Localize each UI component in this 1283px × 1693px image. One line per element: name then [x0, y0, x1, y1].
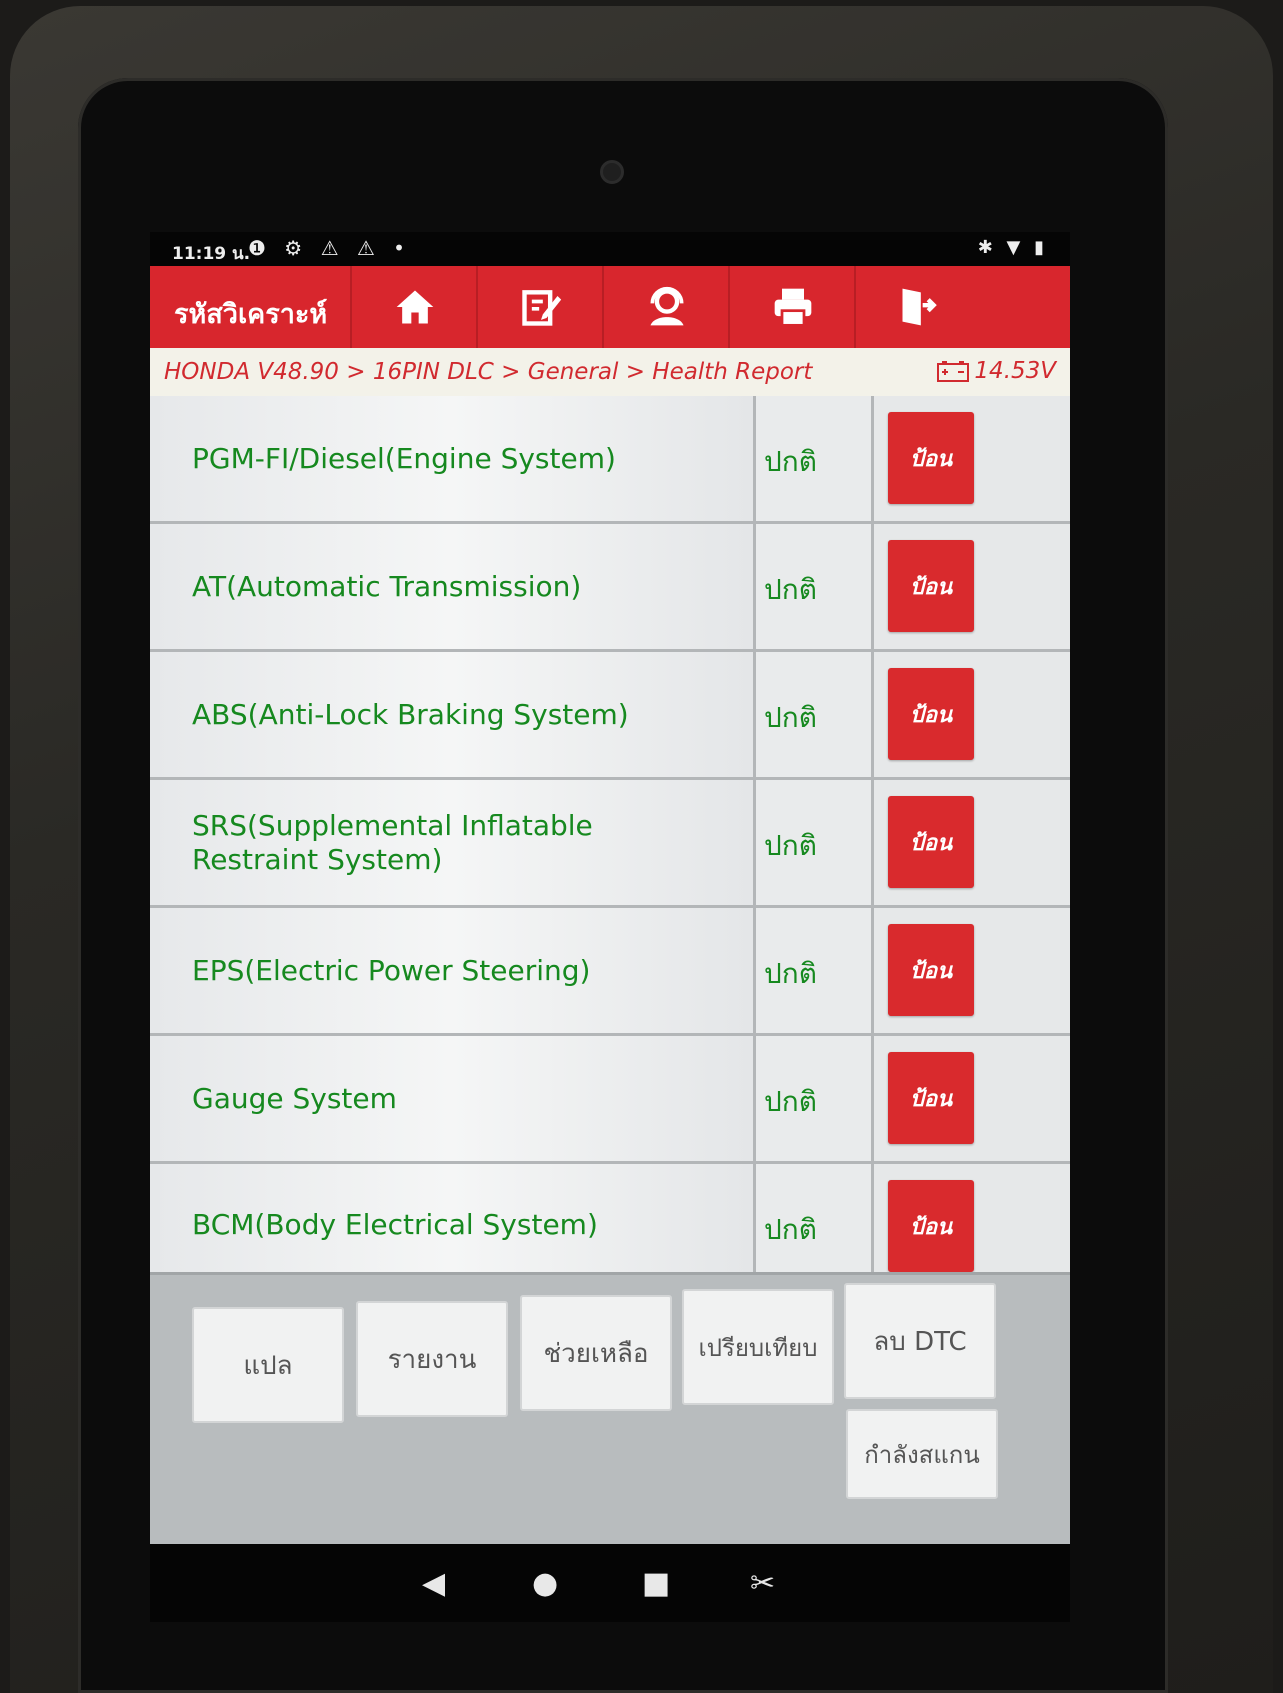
- enter-button[interactable]: ป้อน: [888, 1052, 974, 1144]
- battery-icon: [937, 361, 970, 382]
- scanning-button[interactable]: กำลังสแกน: [846, 1409, 998, 1499]
- edit-report-button[interactable]: [476, 266, 604, 348]
- exit-icon: [902, 288, 937, 326]
- enter-button[interactable]: ป้อน: [888, 412, 974, 504]
- table-row: EPS(Electric Power Steering) ปกติ ป้อน: [150, 908, 1070, 1036]
- system-name-cell: Gauge System: [150, 1036, 756, 1161]
- system-status: ปกติ: [764, 957, 817, 990]
- edit-report-icon: [522, 290, 562, 326]
- system-name-cell: PGM-FI/Diesel(Engine System): [150, 396, 756, 521]
- system-name: PGM-FI/Diesel(Engine System): [192, 441, 616, 475]
- system-status-icons: ✱ ▼ ▮: [977, 237, 1048, 258]
- system-name: Gauge System: [192, 1081, 397, 1115]
- table-row: Gauge System ปกติ ป้อน: [150, 1036, 1070, 1164]
- tablet-screen: 11:19 น. ❶ ⚙ ⚠ ⚠ • ✱ ▼ ▮ รหัสวิเคราะห์ H…: [150, 232, 1070, 1622]
- home-nav-icon[interactable]: ●: [532, 1566, 558, 1601]
- status-bar: 11:19 น. ❶ ⚙ ⚠ ⚠ • ✱ ▼ ▮: [150, 232, 1070, 266]
- action-cell: ป้อน: [874, 524, 1070, 649]
- system-name: SRS(Supplemental Inflatable Restraint Sy…: [192, 808, 593, 876]
- system-name-cell: SRS(Supplemental Inflatable Restraint Sy…: [150, 780, 756, 905]
- notification-icons: ❶ ⚙ ⚠ ⚠ •: [248, 236, 411, 260]
- home-button[interactable]: [350, 266, 478, 348]
- system-status-cell: ปกติ: [756, 1164, 874, 1286]
- system-status: ปกติ: [764, 829, 817, 862]
- app-header: รหัสวิเคราะห์: [150, 266, 1070, 348]
- breadcrumb-path: HONDA V48.90 > 16PIN DLC > General > Hea…: [164, 359, 813, 385]
- system-name-cell: BCM(Body Electrical System): [150, 1164, 756, 1286]
- screenshot-nav-icon[interactable]: ✂: [750, 1566, 775, 1601]
- print-icon: [774, 288, 812, 327]
- support-button[interactable]: [602, 266, 730, 348]
- battery-voltage: 14.53V: [936, 358, 1056, 384]
- system-status-cell: ปกติ: [756, 780, 874, 905]
- enter-button[interactable]: ป้อน: [888, 796, 974, 888]
- action-cell: ป้อน: [874, 396, 1070, 521]
- front-camera: [600, 160, 624, 184]
- action-cell: ป้อน: [874, 1164, 1070, 1286]
- system-status-cell: ปกติ: [756, 524, 874, 649]
- system-name: BCM(Body Electrical System): [192, 1208, 598, 1241]
- action-cell: ป้อน: [874, 908, 1070, 1033]
- table-row: BCM(Body Electrical System) ปกติ ป้อน: [150, 1164, 1070, 1286]
- exit-button[interactable]: [854, 266, 982, 348]
- table-row: SRS(Supplemental Inflatable Restraint Sy…: [150, 780, 1070, 908]
- system-status-cell: ปกติ: [756, 908, 874, 1033]
- enter-button[interactable]: ป้อน: [888, 540, 974, 632]
- action-cell: ป้อน: [874, 1036, 1070, 1161]
- table-row: AT(Automatic Transmission) ปกติ ป้อน: [150, 524, 1070, 652]
- system-status: ปกติ: [764, 1085, 817, 1118]
- system-status: ปกติ: [764, 1213, 817, 1246]
- system-status: ปกติ: [764, 445, 817, 478]
- page-title: รหัสวิเคราะห์: [174, 299, 328, 330]
- recents-nav-icon[interactable]: ■: [642, 1566, 670, 1601]
- android-nav-bar: ◀ ● ■ ✂: [150, 1544, 1070, 1622]
- support-icon: [650, 286, 684, 326]
- action-cell: ป้อน: [874, 652, 1070, 777]
- bottom-toolbar: แปล รายงาน ช่วยเหลือ เปรียบเทียบ ลบ DTC …: [150, 1272, 1070, 1547]
- enter-button[interactable]: ป้อน: [888, 1180, 974, 1272]
- system-status: ปกติ: [764, 701, 817, 734]
- system-list: PGM-FI/Diesel(Engine System) ปกติ ป้อน A…: [150, 396, 1070, 1286]
- voltage-value: 14.53V: [974, 358, 1056, 384]
- system-name: EPS(Electric Power Steering): [192, 953, 591, 987]
- clear-dtc-button[interactable]: ลบ DTC: [844, 1283, 996, 1399]
- print-button[interactable]: [728, 266, 856, 348]
- system-name-cell: AT(Automatic Transmission): [150, 524, 756, 649]
- help-button[interactable]: ช่วยเหลือ: [520, 1295, 672, 1411]
- home-icon: [396, 290, 434, 324]
- table-row: ABS(Anti-Lock Braking System) ปกติ ป้อน: [150, 652, 1070, 780]
- enter-button[interactable]: ป้อน: [888, 668, 974, 760]
- status-time: 11:19 น.: [172, 244, 251, 264]
- system-name-cell: ABS(Anti-Lock Braking System): [150, 652, 756, 777]
- compare-button[interactable]: เปรียบเทียบ: [682, 1289, 834, 1405]
- system-status-cell: ปกติ: [756, 1036, 874, 1161]
- system-status-cell: ปกติ: [756, 396, 874, 521]
- system-status-cell: ปกติ: [756, 652, 874, 777]
- translate-button[interactable]: แปล: [192, 1307, 344, 1423]
- report-button[interactable]: รายงาน: [356, 1301, 508, 1417]
- action-cell: ป้อน: [874, 780, 1070, 905]
- system-status: ปกติ: [764, 573, 817, 606]
- back-nav-icon[interactable]: ◀: [422, 1566, 445, 1601]
- enter-button[interactable]: ป้อน: [888, 924, 974, 1016]
- system-name: ABS(Anti-Lock Braking System): [192, 697, 629, 731]
- breadcrumb: HONDA V48.90 > 16PIN DLC > General > Hea…: [150, 348, 1070, 396]
- system-name: AT(Automatic Transmission): [192, 569, 582, 603]
- system-name-cell: EPS(Electric Power Steering): [150, 908, 756, 1033]
- table-row: PGM-FI/Diesel(Engine System) ปกติ ป้อน: [150, 396, 1070, 524]
